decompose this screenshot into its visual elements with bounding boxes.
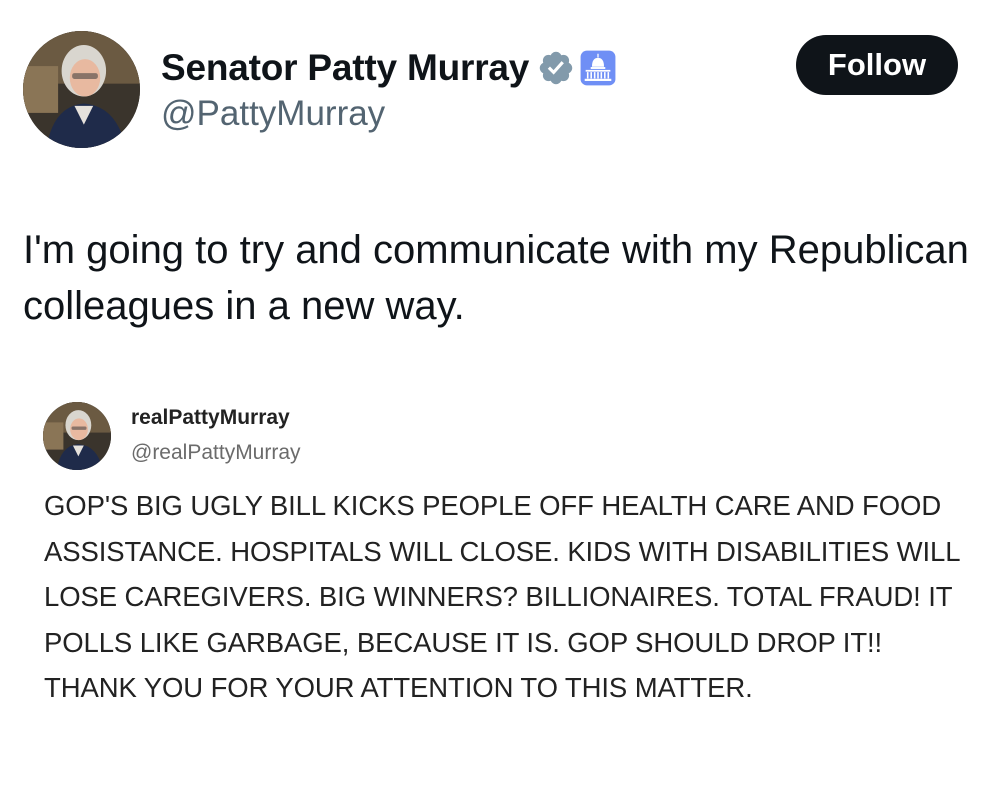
embedded-post-text: GOP'S BIG UGLY BILL KICKS PEOPLE OFF HEA… — [44, 490, 960, 703]
follow-button[interactable]: Follow — [796, 35, 958, 95]
embedded-display-name: realPattyMurray — [131, 406, 290, 429]
author-avatar-photo — [23, 31, 140, 148]
embedded-handle: @realPattyMurray — [131, 441, 301, 464]
tweet-screenshot: Senator Patty Murray @PattyMurray Follow… — [0, 0, 1000, 794]
author-display-name[interactable]: Senator Patty Murray — [161, 47, 529, 89]
tweet-header: Senator Patty Murray @PattyMurray Follow — [0, 0, 1000, 160]
author-avatar[interactable] — [23, 31, 140, 148]
embedded-avatar-photo — [43, 402, 111, 470]
embedded-author-avatar — [43, 402, 111, 470]
embedded-post-image: realPattyMurray @realPattyMurray GOP'S B… — [0, 380, 1000, 794]
capitol-building-icon[interactable] — [579, 49, 617, 87]
author-name-row: Senator Patty Murray — [161, 44, 617, 92]
tweet-text: I'm going to try and communicate with my… — [23, 228, 969, 328]
verified-badge-icon[interactable] — [537, 49, 575, 87]
author-handle[interactable]: @PattyMurray — [161, 94, 385, 134]
